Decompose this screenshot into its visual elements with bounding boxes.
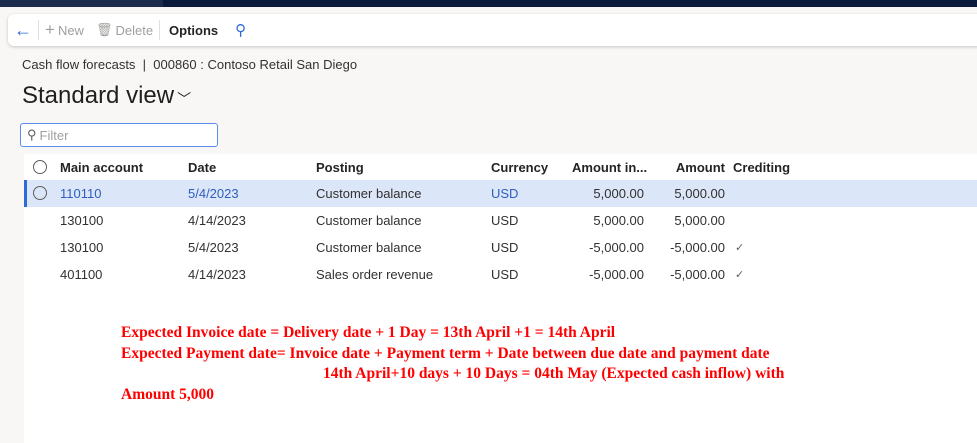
- page-title: Standard view: [22, 82, 175, 109]
- filter-placeholder: Filter: [39, 127, 69, 143]
- cell-date: 4/14/2023: [188, 267, 246, 282]
- cell-amount-in: -5,000.00: [589, 267, 644, 282]
- delete-button[interactable]: 🗑 Delete: [90, 20, 159, 40]
- table-row[interactable]: 130100 5/4/2023 Customer balance USD -5,…: [24, 234, 977, 261]
- chevron-down-icon: ﹀: [177, 90, 192, 107]
- check-icon: ✓: [735, 242, 745, 254]
- table-row[interactable]: 401100 4/14/2023 Sales order revenue USD…: [24, 261, 977, 288]
- cell-date: 5/4/2023: [188, 186, 239, 201]
- plus-icon: +: [45, 20, 55, 39]
- view-selector[interactable]: Standard view ﹀: [22, 82, 191, 110]
- cell-currency: USD: [491, 186, 519, 201]
- col-amount[interactable]: Amount: [676, 160, 725, 175]
- breadcrumb: Cash flow forecasts | 000860 : Contoso R…: [22, 57, 358, 72]
- cell-date: 5/4/2023: [188, 240, 239, 255]
- annotation-line: Amount 5,000: [121, 386, 215, 403]
- cell-amount-in: 5,000.00: [593, 186, 644, 201]
- col-currency[interactable]: Currency: [491, 160, 548, 175]
- search-icon[interactable]: ⚲: [227, 21, 254, 39]
- back-arrow-icon[interactable]: ←: [8, 20, 38, 41]
- new-button[interactable]: + New: [39, 20, 90, 40]
- cell-main-account[interactable]: 130100: [60, 213, 103, 228]
- annotation-line: 14th April+10 days + 10 Days = 04th May …: [323, 365, 785, 382]
- cell-posting: Sales order revenue: [316, 267, 434, 282]
- cell-main-account[interactable]: 130100: [60, 240, 103, 255]
- new-label: New: [57, 22, 84, 38]
- trash-icon: 🗑: [95, 22, 113, 37]
- col-date[interactable]: Date: [188, 160, 216, 175]
- forecast-grid: Main account Date Posting Currency Amoun…: [24, 154, 977, 443]
- grid-header: Main account Date Posting Currency Amoun…: [24, 154, 977, 181]
- cell-amount: 5,000.00: [674, 186, 725, 201]
- annotation-line: Expected Payment date= Invoice date + Pa…: [121, 345, 770, 362]
- cell-amount: 5,000.00: [674, 213, 725, 228]
- cell-currency: USD: [491, 240, 519, 255]
- cell-currency: USD: [491, 213, 519, 228]
- cell-posting: Customer balance: [316, 213, 422, 228]
- cell-amount: -5,000.00: [670, 267, 725, 282]
- cell-main-account[interactable]: 401100: [60, 267, 102, 282]
- filter-input[interactable]: ⚲ Filter: [20, 123, 218, 147]
- col-posting[interactable]: Posting: [316, 160, 364, 175]
- top-bar: [0, 0, 977, 7]
- action-toolbar: ← + New 🗑 Delete Options ⚲: [8, 14, 977, 46]
- table-row[interactable]: 110110 5/4/2023 Customer balance USD 5,0…: [24, 180, 977, 207]
- annotation-line: Expected Invoice date = Delivery date + …: [121, 324, 616, 341]
- cell-amount-in: -5,000.00: [589, 240, 644, 255]
- options-button[interactable]: Options: [160, 20, 227, 40]
- cell-currency: USD: [491, 267, 519, 282]
- cell-posting: Customer balance: [316, 186, 422, 201]
- select-all-radio[interactable]: [33, 160, 47, 174]
- col-main-account[interactable]: Main account: [60, 160, 143, 175]
- col-amount-in[interactable]: Amount in...: [572, 160, 647, 175]
- delete-label: Delete: [115, 22, 154, 38]
- cell-amount: -5,000.00: [670, 240, 725, 255]
- cell-amount-in: 5,000.00: [593, 213, 644, 228]
- table-row[interactable]: 130100 4/14/2023 Customer balance USD 5,…: [24, 207, 977, 234]
- cell-date: 4/14/2023: [188, 213, 246, 228]
- cell-posting: Customer balance: [316, 240, 422, 255]
- col-crediting[interactable]: Crediting: [733, 160, 790, 175]
- check-icon: ✓: [735, 269, 745, 281]
- row-select-radio[interactable]: [33, 186, 47, 200]
- search-icon: ⚲: [27, 127, 37, 142]
- cell-main-account[interactable]: 110110: [60, 186, 101, 201]
